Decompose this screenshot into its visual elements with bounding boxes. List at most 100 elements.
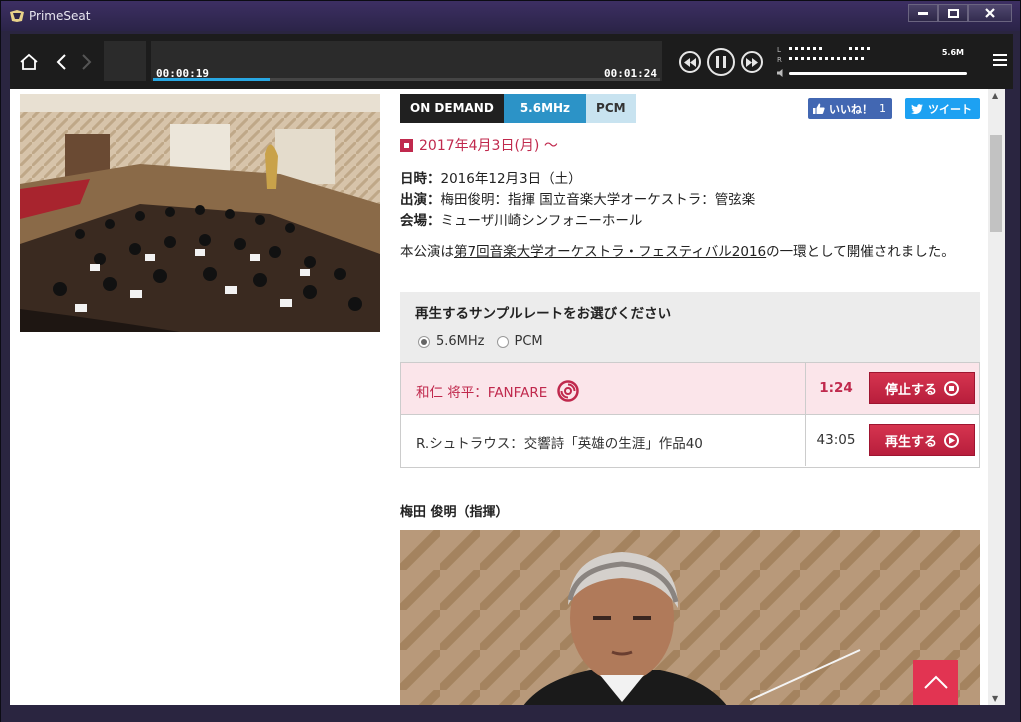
- player-bar: 00:00:19 00:01:24 L R 5.6M: [10, 34, 1013, 89]
- like-count: 1: [879, 102, 886, 115]
- home-icon: [20, 53, 38, 70]
- detail-performers-value: 梅田俊明：指揮 国立音楽大学オーケストラ：管弦楽: [440, 192, 756, 208]
- facebook-like-button[interactable]: いいね！ 1: [808, 98, 892, 119]
- play-button[interactable]: 再生する: [869, 424, 975, 456]
- next-button[interactable]: [741, 51, 763, 73]
- meter-dot: [801, 47, 804, 50]
- meter-dot: [867, 47, 870, 50]
- minimize-button[interactable]: [908, 4, 938, 22]
- primeseat-logo-icon: [10, 10, 24, 22]
- format-tags: ON DEMAND 5.6MHz PCM: [400, 94, 636, 123]
- detail-date-row: 日時：2016年12月3日（土）: [400, 169, 755, 190]
- like-label: いいね！: [829, 102, 873, 116]
- scroll-down-arrow-icon[interactable]: ▼: [992, 694, 998, 703]
- detail-venue-row: 会場：ミューザ川崎シンフォニーホール: [400, 211, 755, 232]
- meter-right-label: R: [777, 56, 782, 64]
- note-suffix: の一環として開催されました。: [766, 244, 955, 260]
- meter-dot: [861, 57, 864, 60]
- title-bar: PrimeSeat: [1, 1, 1020, 31]
- progress-bar[interactable]: [153, 78, 660, 81]
- meter-dot: [813, 57, 816, 60]
- meter-dot: [801, 57, 804, 60]
- fast-forward-icon: [746, 57, 758, 67]
- meter-dot: [807, 57, 810, 60]
- hamburger-menu-icon[interactable]: [993, 53, 1007, 67]
- track-row: 和仁 将平：FANFARE 1:24 停止する: [401, 363, 979, 415]
- volume-slider[interactable]: [789, 72, 967, 75]
- radio-dsd[interactable]: [418, 335, 430, 348]
- chevron-up-icon: [923, 675, 948, 689]
- detail-venue-label: 会場：: [400, 213, 441, 229]
- meter-dot: [813, 47, 816, 50]
- now-playing-disc-icon: [557, 380, 580, 402]
- radio-pcm-label[interactable]: PCM: [515, 334, 543, 349]
- meter-dot: [861, 47, 864, 50]
- home-button[interactable]: [16, 49, 42, 75]
- meter-dot: [819, 57, 822, 60]
- availability-date: 2017年4月3日(月) ～: [400, 135, 558, 155]
- track-duration: 43:05: [805, 415, 866, 466]
- meter-dot: [789, 47, 792, 50]
- scroll-up-arrow-icon[interactable]: ▲: [992, 91, 998, 100]
- track-row: R.シュトラウス：交響詩「英雄の生涯」作品40 43:05 再生する: [401, 415, 979, 467]
- detail-date-value: 2016年12月3日（土）: [440, 171, 582, 187]
- detail-date-label: 日時：: [400, 171, 441, 187]
- conductor-heading: 梅田 俊明（指揮）: [400, 505, 509, 520]
- meter-dot: [831, 57, 834, 60]
- maximize-icon: [947, 8, 959, 18]
- window-title: PrimeSeat: [29, 9, 91, 23]
- meter-dot: [789, 57, 792, 60]
- concert-details: 日時：2016年12月3日（土） 出演：梅田俊明：指揮 国立音楽大学オーケストラ…: [400, 169, 755, 232]
- meter-dot: [807, 47, 810, 50]
- stop-icon: [944, 380, 959, 396]
- note-prefix: 本公演は: [400, 244, 454, 260]
- window-controls: [908, 4, 1012, 22]
- track-title: R.シュトラウス：交響詩「英雄の生涯」作品40: [416, 436, 703, 452]
- app-window: PrimeSeat 00:00:19 00:01:24 L R 5.6M ON …: [0, 0, 1021, 722]
- back-to-top-button[interactable]: [913, 660, 958, 705]
- window-bottom-border: [1, 705, 1020, 722]
- meter-left-level: [789, 47, 929, 51]
- detail-venue-value: ミューザ川崎シンフォニーホール: [440, 213, 643, 229]
- tweet-label: ツイート: [928, 102, 972, 116]
- stop-button[interactable]: 停止する: [869, 372, 975, 404]
- play-button-label: 再生する: [884, 434, 937, 450]
- close-window-button[interactable]: [968, 4, 1012, 22]
- meter-dot: [825, 57, 828, 60]
- radio-dsd-label[interactable]: 5.6MHz: [436, 334, 485, 349]
- forward-button[interactable]: [74, 49, 100, 75]
- play-icon: [944, 432, 959, 448]
- track-title-text: 和仁 将平：FANFARE: [416, 385, 548, 401]
- concert-hall-photo: [20, 94, 380, 332]
- meter-dot: [855, 57, 858, 60]
- festival-link[interactable]: 第7回音楽大学オーケストラ・フェスティバル2016: [454, 244, 766, 260]
- rewind-icon: [684, 57, 696, 67]
- radio-pcm[interactable]: [496, 335, 509, 348]
- meter-dot: [855, 47, 858, 50]
- vertical-scrollbar[interactable]: ▲ ▼: [988, 89, 1005, 705]
- meter-dot: [819, 47, 822, 50]
- square-bullet-icon: [400, 138, 413, 152]
- previous-button[interactable]: [679, 51, 701, 73]
- meter-dot: [837, 57, 840, 60]
- availability-date-text: 2017年4月3日(月) ～: [419, 138, 558, 154]
- sample-rate-readout: 5.6M: [941, 48, 964, 57]
- volume-icon: [777, 69, 783, 77]
- maximize-button[interactable]: [938, 4, 968, 22]
- meter-dot: [795, 57, 798, 60]
- page-content: ON DEMAND 5.6MHz PCM いいね！ 1 ツイート 2017年4月…: [10, 89, 988, 705]
- meter-dot: [843, 57, 846, 60]
- scrollbar-thumb[interactable]: [990, 135, 1002, 232]
- twitter-bird-icon: [911, 103, 923, 114]
- progress-fill: [153, 78, 270, 81]
- pause-button[interactable]: [707, 48, 735, 76]
- back-button[interactable]: [48, 49, 74, 75]
- track-thumbnail: [104, 41, 146, 81]
- stop-button-label: 停止する: [884, 382, 937, 398]
- chevron-right-icon: [82, 54, 92, 70]
- meter-left-label: L: [777, 46, 781, 54]
- close-icon: [985, 8, 995, 18]
- tweet-button[interactable]: ツイート: [905, 98, 980, 119]
- pause-icon: [716, 56, 726, 68]
- chevron-left-icon: [56, 54, 66, 70]
